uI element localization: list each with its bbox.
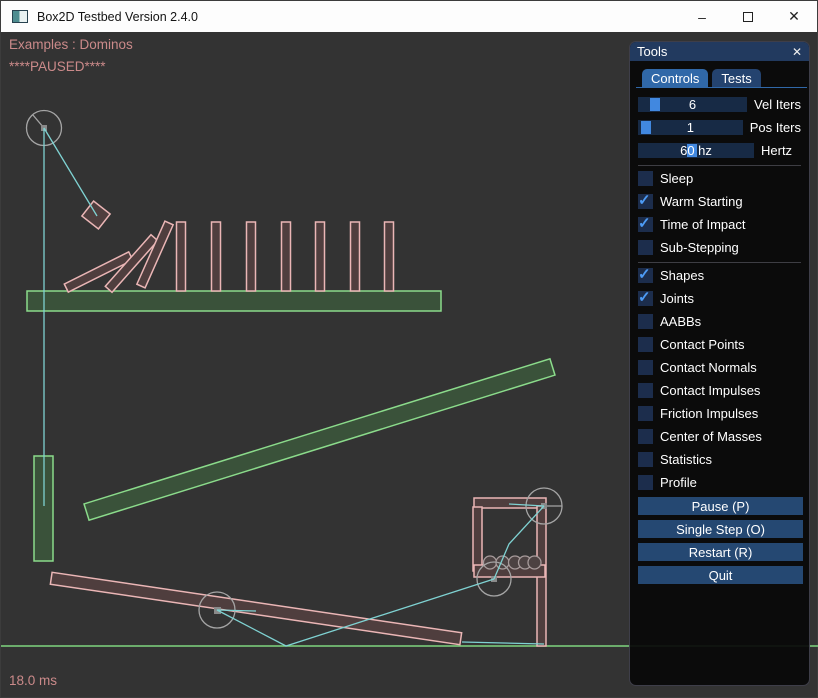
separator	[638, 165, 801, 166]
checkbox-friction-impulses[interactable]: ✓	[638, 406, 653, 421]
domino[interactable]	[385, 222, 394, 291]
tab-controls[interactable]: Controls	[642, 69, 708, 87]
pause-button[interactable]: Pause (P)	[638, 497, 803, 515]
maximize-icon	[743, 12, 753, 22]
check-icon: ✓	[638, 265, 651, 283]
domino[interactable]	[247, 222, 256, 291]
check-icon: ✓	[638, 214, 651, 232]
domino[interactable]	[212, 222, 221, 291]
domino[interactable]	[316, 222, 325, 291]
checkbox-aabbs[interactable]: ✓	[638, 314, 653, 329]
domino[interactable]	[177, 222, 186, 291]
domino-platform	[27, 291, 441, 311]
minimize-icon: –	[698, 9, 706, 25]
checkbox-shapes[interactable]: ✓	[638, 268, 653, 283]
tools-panel: Tools ✕ Controls Tests 6 Vel Iters	[629, 41, 810, 686]
tab-tests[interactable]: Tests	[712, 69, 760, 87]
os-titlebar[interactable]: Box2D Testbed Version 2.4.0 – ✕	[1, 1, 817, 32]
maximize-button[interactable]	[725, 1, 771, 32]
tab-bar: Controls Tests	[636, 69, 807, 88]
tools-panel-close-icon[interactable]: ✕	[792, 45, 802, 59]
tools-panel-title: Tools	[637, 44, 667, 59]
single-step-button[interactable]: Single Step (O)	[638, 520, 803, 538]
joint-line	[462, 642, 544, 644]
app-window: Box2D Testbed Version 2.4.0 – ✕	[0, 0, 818, 698]
pos-iters-label: Pos Iters	[750, 120, 801, 135]
domino[interactable]	[282, 222, 291, 291]
checkbox-time-of-impact[interactable]: ✓	[638, 217, 653, 232]
hertz-label: Hertz	[761, 143, 792, 158]
paused-label: ****PAUSED****	[9, 59, 106, 74]
checkbox-sleep[interactable]: ✓	[638, 171, 653, 186]
pos-iters-slider[interactable]: 1	[638, 120, 743, 135]
checkbox-center-of-masses[interactable]: ✓	[638, 429, 653, 444]
check-icon: ✓	[638, 191, 651, 209]
seesaw-plank[interactable]	[50, 572, 461, 644]
window-title: Box2D Testbed Version 2.4.0	[37, 10, 198, 24]
check-icon: ✓	[638, 288, 651, 306]
frame-left-bar[interactable]	[473, 507, 482, 571]
checkbox-joints[interactable]: ✓	[638, 291, 653, 306]
app-icon	[12, 10, 28, 23]
restart-button[interactable]: Restart (R)	[638, 543, 803, 561]
close-button[interactable]: ✕	[771, 1, 817, 32]
frame-time-label: 18.0 ms	[9, 673, 57, 688]
example-label: Examples : Dominos	[9, 37, 133, 52]
checkbox-warm-starting[interactable]: ✓	[638, 194, 653, 209]
separator	[638, 262, 801, 263]
frame-top-bar[interactable]	[474, 498, 546, 508]
minimize-button[interactable]: –	[679, 1, 725, 32]
long-ramp	[84, 359, 555, 520]
checkbox-sub-stepping[interactable]: ✓	[638, 240, 653, 255]
domino[interactable]	[351, 222, 360, 291]
ball[interactable]	[528, 556, 541, 569]
hertz-slider[interactable]: 60 hz	[638, 143, 754, 158]
checkbox-profile[interactable]: ✓	[638, 475, 653, 490]
distance-joint-line	[44, 128, 97, 216]
checkbox-statistics[interactable]: ✓	[638, 452, 653, 467]
vel-iters-slider[interactable]: 6	[638, 97, 747, 112]
checkbox-contact-impulses[interactable]: ✓	[638, 383, 653, 398]
checkbox-contact-normals[interactable]: ✓	[638, 360, 653, 375]
quit-button[interactable]: Quit	[638, 566, 803, 584]
tools-panel-titlebar[interactable]: Tools ✕	[630, 42, 809, 61]
vel-iters-label: Vel Iters	[754, 97, 801, 112]
checkbox-contact-points[interactable]: ✓	[638, 337, 653, 352]
close-icon: ✕	[788, 8, 800, 25]
